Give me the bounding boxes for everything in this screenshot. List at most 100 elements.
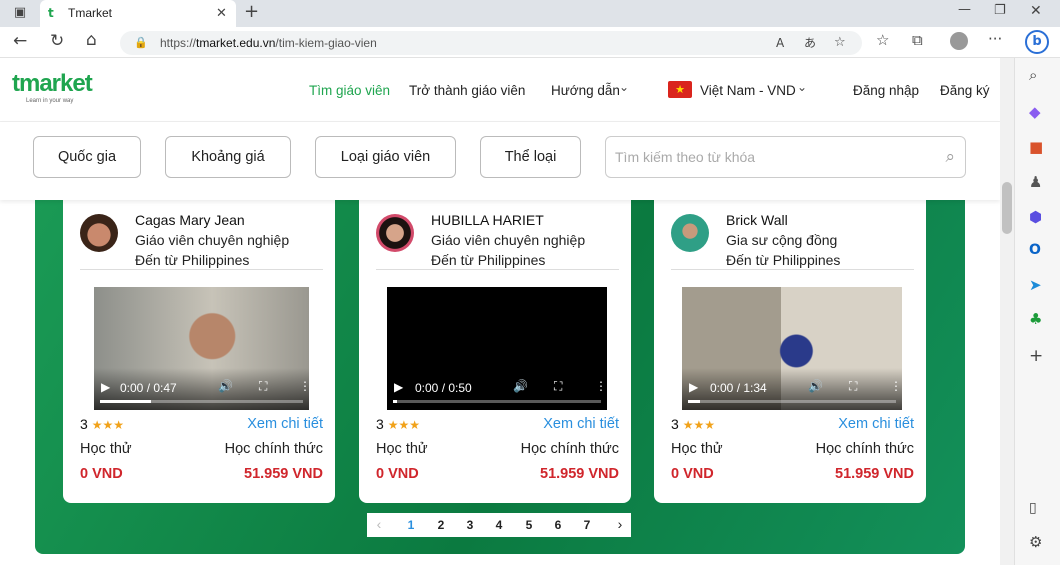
filter-category-button[interactable]: Thể loại (480, 136, 581, 178)
tmarket-logo[interactable]: tmarket Learn in your way (12, 68, 102, 108)
page-2[interactable]: 2 (431, 518, 451, 532)
nav-become-teacher[interactable]: Trở thành giáo viên (409, 83, 525, 98)
fullscreen-icon[interactable]: ⛶ (259, 379, 267, 394)
vietnam-flag-icon: ★ (668, 81, 692, 98)
translate-icon[interactable]: あ (804, 31, 816, 55)
teacher-avatar (80, 214, 118, 252)
close-tab-icon[interactable]: ✕ (216, 0, 227, 27)
pagination: ‹ 1 2 3 4 5 6 7 › (367, 513, 631, 537)
video-more-icon[interactable]: ⋮ (595, 379, 607, 393)
settings-icon[interactable]: ⚙ (1029, 533, 1042, 551)
video-progress-bar[interactable] (100, 400, 303, 403)
filter-price-button[interactable]: Khoảng giá (165, 136, 291, 178)
teacher-intro-video[interactable]: ▶ 0:00 / 0:47 🔊 ⛶ ⋮ (94, 287, 309, 410)
teacher-card[interactable]: Brick Wall Gia sư cộng đồng Đến từ Phili… (654, 200, 926, 503)
rating-value: 3 (376, 416, 384, 432)
logo-text: tmarket (12, 70, 93, 97)
play-icon[interactable]: ▶ (394, 380, 403, 394)
maximize-icon[interactable]: ❐ (994, 3, 1006, 18)
url-bar[interactable]: 🔒 https://tmarket.edu.vn/tim-kiem-giao-v… (120, 31, 862, 55)
profile-avatar-icon[interactable] (950, 32, 968, 50)
play-icon[interactable]: ▶ (689, 380, 698, 394)
view-details-link[interactable]: Xem chi tiết (247, 416, 323, 432)
search-placeholder: Tìm kiếm theo từ khóa (615, 149, 756, 165)
page-scrollbar[interactable] (1000, 58, 1014, 565)
teacher-card[interactable]: HUBILLA HARIET Giáo viên chuyên nghiệp Đ… (359, 200, 631, 503)
tree-icon[interactable]: ♣ (1029, 310, 1042, 328)
browser-tab[interactable]: t Tmarket ✕ (40, 0, 236, 27)
volume-icon[interactable]: 🔊 (218, 379, 233, 393)
refresh-icon[interactable]: ↻ (50, 31, 64, 51)
read-aloud-icon[interactable]: A (776, 31, 784, 55)
filter-bar: Quốc gia Khoảng giá Loại giáo viên Thể l… (0, 122, 1000, 200)
trial-price: 0 VND (80, 466, 123, 482)
home-icon[interactable]: ⌂ (86, 30, 97, 50)
teacher-card[interactable]: Cagas Mary Jean Giáo viên chuyên nghiệp … (63, 200, 335, 503)
volume-icon[interactable]: 🔊 (513, 379, 528, 393)
back-icon[interactable]: ← (13, 31, 27, 51)
nav-locale[interactable]: Việt Nam - VND (700, 83, 796, 98)
view-details-link[interactable]: Xem chi tiết (838, 416, 914, 432)
video-progress-bar[interactable] (393, 400, 601, 403)
teacher-intro-video[interactable]: ▶ 0:00 / 0:50 🔊 ⛶ ⋮ (387, 287, 607, 410)
filter-country-button[interactable]: Quốc gia (33, 136, 141, 178)
page-7[interactable]: 7 (577, 518, 597, 532)
drop-icon[interactable]: ➤ (1029, 276, 1042, 294)
add-sidebar-icon[interactable]: + (1029, 346, 1043, 366)
microsoft365-icon[interactable]: ⬢ (1029, 208, 1042, 226)
page-1[interactable]: 1 (401, 518, 421, 532)
shopping-icon[interactable]: ◆ (1029, 103, 1041, 121)
teacher-rating: 3 ★★★ (80, 416, 124, 432)
official-price: 51.959 VND (835, 466, 914, 482)
nav-register[interactable]: Đăng ký (940, 83, 990, 98)
nav-login[interactable]: Đăng nhập (853, 83, 919, 98)
new-tab-icon[interactable]: + (244, 1, 259, 22)
view-details-link[interactable]: Xem chi tiết (543, 416, 619, 432)
tools-icon[interactable]: ■ (1029, 138, 1043, 156)
collections-icon[interactable]: ⧉ (912, 31, 923, 49)
favorites-icon[interactable]: ☆ (876, 31, 889, 49)
scrollbar-thumb[interactable] (1002, 182, 1012, 234)
outlook-icon[interactable]: O (1029, 242, 1041, 258)
prev-page-icon[interactable]: ‹ (369, 516, 389, 532)
page-3[interactable]: 3 (460, 518, 480, 532)
minimize-icon[interactable]: — (958, 2, 971, 17)
nav-find-teacher[interactable]: Tìm giáo viên (309, 83, 390, 98)
split-screen-icon[interactable]: ▯ (1029, 500, 1037, 516)
divider (80, 269, 323, 270)
web-content: Cagas Mary Jean Giáo viên chuyên nghiệp … (0, 58, 1014, 565)
keyword-search-input[interactable]: Tìm kiếm theo từ khóa ⌕ (605, 136, 966, 178)
url-path: /tim-kiem-giao-vien (275, 36, 377, 50)
video-progress-fill (393, 400, 398, 403)
search-icon[interactable]: ⌕ (945, 137, 955, 177)
official-label: Học chính thức (520, 441, 619, 457)
edge-sidebar: ⌕ ◆ ■ ♟ ⬢ O ➤ ♣ + ▯ ⚙ (1014, 58, 1060, 565)
divider (376, 269, 619, 270)
filter-teacher-type-button[interactable]: Loại giáo viên (315, 136, 456, 178)
volume-icon[interactable]: 🔊 (808, 379, 823, 393)
page-6[interactable]: 6 (548, 518, 568, 532)
next-page-icon[interactable]: › (610, 516, 630, 532)
rating-value: 3 (671, 416, 679, 432)
fullscreen-icon[interactable]: ⛶ (849, 379, 857, 394)
fullscreen-icon[interactable]: ⛶ (554, 379, 562, 394)
video-more-icon[interactable]: ⋮ (299, 379, 309, 393)
logo-tagline: Learn in your way (26, 98, 74, 104)
tab-actions-icon[interactable]: ▣ (11, 5, 29, 20)
bing-copilot-icon[interactable]: b (1025, 30, 1049, 54)
search-icon[interactable]: ⌕ (1029, 66, 1037, 84)
nav-guide[interactable]: Hướng dẫn (551, 83, 620, 98)
trial-price: 0 VND (376, 466, 419, 482)
teacher-avatar (671, 214, 709, 252)
video-more-icon[interactable]: ⋮ (890, 379, 902, 393)
play-icon[interactable]: ▶ (101, 380, 110, 394)
teacher-rating: 3 ★★★ (376, 416, 420, 432)
teacher-intro-video[interactable]: ▶ 0:00 / 1:34 🔊 ⛶ ⋮ (682, 287, 902, 410)
more-options-icon[interactable]: ··· (988, 30, 1002, 48)
page-4[interactable]: 4 (489, 518, 509, 532)
video-progress-bar[interactable] (688, 400, 896, 403)
close-window-icon[interactable]: ✕ (1030, 3, 1042, 19)
games-icon[interactable]: ♟ (1029, 173, 1042, 191)
page-5[interactable]: 5 (519, 518, 539, 532)
favorite-add-icon[interactable]: ☆ (834, 31, 846, 55)
